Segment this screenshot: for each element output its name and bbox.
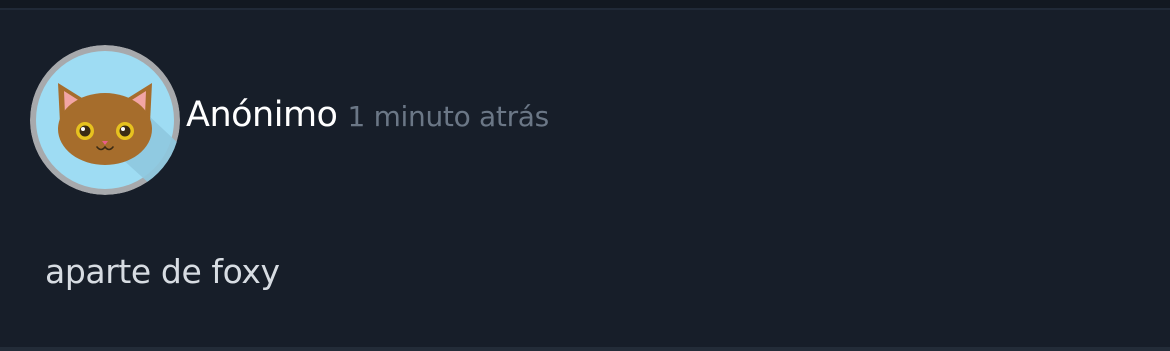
bottom-divider [0, 347, 1170, 351]
avatar[interactable] [30, 45, 180, 195]
comment-meta: Anónimo 1 minuto atrás [186, 95, 549, 143]
comment-text: aparte de foxy [45, 252, 280, 291]
cat-avatar-icon [30, 45, 180, 195]
comment-screen: Anónimo 1 minuto atrás aparte de foxy [0, 0, 1170, 351]
comment-timestamp: 1 minuto atrás [347, 100, 549, 133]
author-name[interactable]: Anónimo [186, 95, 338, 135]
top-divider [0, 0, 1170, 10]
comment-item: Anónimo 1 minuto atrás aparte de foxy [0, 10, 1170, 345]
